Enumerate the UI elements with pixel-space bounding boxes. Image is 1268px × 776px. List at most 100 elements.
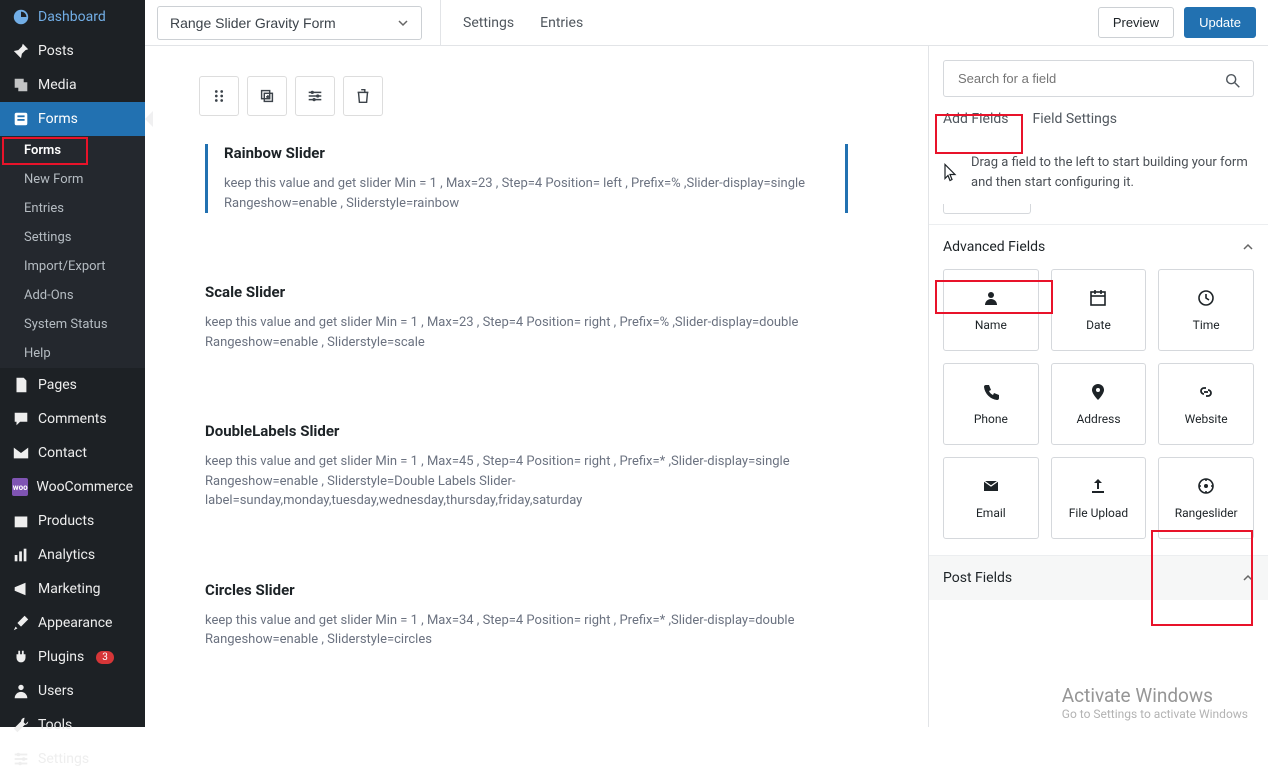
comments-icon	[12, 410, 30, 428]
field-description: keep this value and get slider Min = 1 ,…	[205, 611, 825, 650]
sidebar-item-label: Contact	[38, 445, 87, 461]
sidebar-item-label: Appearance	[38, 615, 112, 631]
form-switcher-button[interactable]: Range Slider Gravity Form	[157, 6, 422, 40]
duplicate-button[interactable]	[247, 76, 287, 116]
marketing-icon	[12, 580, 30, 598]
pin-icon	[12, 42, 30, 60]
form-switcher[interactable]: Range Slider Gravity Form	[157, 6, 422, 40]
sidebar-item-media[interactable]: Media	[0, 68, 145, 102]
delete-button[interactable]	[343, 76, 383, 116]
sidebar-item-woocommerce[interactable]: woo WooCommerce	[0, 470, 145, 504]
sidebar-item-label: Users	[38, 683, 74, 699]
tab-field-settings[interactable]: Field Settings	[1033, 111, 1117, 127]
advanced-fields-grid: Name Date Time Phone Address Website Ema…	[929, 269, 1268, 555]
submenu-item-addons[interactable]: Add-Ons	[12, 281, 145, 310]
chevron-up-icon	[1242, 572, 1254, 584]
plug-icon	[12, 648, 30, 666]
sidebar-item-label: Plugins	[38, 649, 84, 665]
submenu-item-help[interactable]: Help	[12, 339, 145, 368]
section-title: Advanced Fields	[943, 239, 1045, 255]
add-fields-panel: Add Fields Field Settings Drag a field t…	[928, 46, 1268, 727]
drag-hint-text: Drag a field to the left to start buildi…	[971, 153, 1254, 192]
sidebar-item-label: Products	[38, 513, 94, 529]
field-search-input[interactable]	[943, 60, 1254, 97]
sidebar-item-posts[interactable]: Posts	[0, 34, 145, 68]
sidebar-item-label: Settings	[38, 751, 89, 767]
sidebar-item-users[interactable]: Users	[0, 674, 145, 708]
sidebar-item-forms[interactable]: Forms	[0, 102, 145, 136]
topbar-entries-link[interactable]: Entries	[536, 15, 587, 31]
sidebar-item-dashboard[interactable]: Dashboard	[0, 0, 145, 34]
settings-button[interactable]	[295, 76, 335, 116]
search-icon	[1224, 72, 1242, 90]
plugin-count-badge: 3	[96, 651, 114, 664]
section-head-advanced[interactable]: Advanced Fields	[929, 224, 1268, 269]
form-field-rainbow[interactable]: Rainbow Slider keep this value and get s…	[205, 144, 848, 213]
sidebar-item-label: WooCommerce	[36, 479, 133, 495]
sidebar-item-label: Forms	[38, 111, 78, 127]
topbar-settings-link[interactable]: Settings	[459, 15, 518, 31]
update-button[interactable]: Update	[1184, 7, 1256, 38]
form-name: Range Slider Gravity Form	[170, 15, 336, 31]
sidebar-item-tools[interactable]: Tools	[0, 708, 145, 742]
sidebar-item-pages[interactable]: Pages	[0, 368, 145, 402]
sidebar-item-contact[interactable]: Contact	[0, 436, 145, 470]
sidebar-item-label: Pages	[38, 377, 77, 393]
form-field-circles[interactable]: Circles Slider keep this value and get s…	[205, 581, 908, 650]
submenu-item-status[interactable]: System Status	[12, 310, 145, 339]
field-title: Circles Slider	[205, 581, 908, 599]
sidebar-item-products[interactable]: Products	[0, 504, 145, 538]
field-title: Scale Slider	[205, 283, 908, 301]
sidebar-item-label: Comments	[38, 411, 107, 427]
submenu-item-newform[interactable]: New Form	[12, 165, 145, 194]
sidebar-item-plugins[interactable]: Plugins 3	[0, 640, 145, 674]
field-card-time[interactable]: Time	[1158, 269, 1254, 351]
sidebar-item-marketing[interactable]: Marketing	[0, 572, 145, 606]
products-icon	[12, 512, 30, 530]
analytics-icon	[12, 546, 30, 564]
field-card-website[interactable]: Website	[1158, 363, 1254, 445]
users-icon	[12, 682, 30, 700]
field-card-email[interactable]: Email	[943, 457, 1039, 539]
brush-icon	[12, 614, 30, 632]
submenu-item-settings[interactable]: Settings	[12, 223, 145, 252]
submenu-item-entries[interactable]: Entries	[12, 194, 145, 223]
forms-submenu: Forms New Form Entries Settings Import/E…	[0, 136, 145, 368]
chevron-down-icon	[397, 17, 409, 29]
section-head-postfields[interactable]: Post Fields	[929, 555, 1268, 600]
sidebar-item-comments[interactable]: Comments	[0, 402, 145, 436]
sidebar-item-settings[interactable]: Settings	[0, 742, 145, 776]
field-card-address[interactable]: Address	[1051, 363, 1147, 445]
field-card-fileupload[interactable]: File Upload	[1051, 457, 1147, 539]
field-description: keep this value and get slider Min = 1 ,…	[205, 452, 825, 511]
sidebar-item-label: Posts	[38, 43, 74, 59]
editor-topbar: Range Slider Gravity Form Settings Entri…	[145, 0, 1268, 46]
submenu-item-forms[interactable]: Forms	[12, 136, 145, 165]
form-field-doublelabels[interactable]: DoubleLabels Slider keep this value and …	[205, 422, 908, 511]
field-card-date[interactable]: Date	[1051, 269, 1147, 351]
form-editor: Rainbow Slider keep this value and get s…	[145, 46, 928, 727]
sidebar-item-label: Media	[38, 77, 77, 93]
field-title: Rainbow Slider	[224, 144, 825, 162]
submenu-item-import[interactable]: Import/Export	[12, 252, 145, 281]
main-content: Range Slider Gravity Form Settings Entri…	[145, 0, 1268, 727]
field-card-name[interactable]: Name	[943, 269, 1039, 351]
field-title: DoubleLabels Slider	[205, 422, 908, 440]
field-card-rangeslider[interactable]: Rangeslider	[1158, 457, 1254, 539]
sidebar-item-appearance[interactable]: Appearance	[0, 606, 145, 640]
drag-handle-button[interactable]	[199, 76, 239, 116]
section-title: Post Fields	[943, 570, 1012, 586]
form-field-scale[interactable]: Scale Slider keep this value and get sli…	[205, 283, 908, 352]
mail-icon	[12, 444, 30, 462]
field-toolbar	[199, 76, 383, 116]
preview-button[interactable]: Preview	[1098, 7, 1174, 38]
sidebar-item-label: Dashboard	[38, 9, 106, 25]
sidebar-item-label: Tools	[38, 717, 72, 733]
tab-add-fields[interactable]: Add Fields	[943, 111, 1009, 127]
chevron-up-icon	[1242, 241, 1254, 253]
sidebar-item-analytics[interactable]: Analytics	[0, 538, 145, 572]
sidebar-item-label: Analytics	[38, 547, 95, 563]
pages-icon	[12, 376, 30, 394]
field-card-phone[interactable]: Phone	[943, 363, 1039, 445]
field-description: keep this value and get slider Min = 1 ,…	[224, 174, 825, 213]
